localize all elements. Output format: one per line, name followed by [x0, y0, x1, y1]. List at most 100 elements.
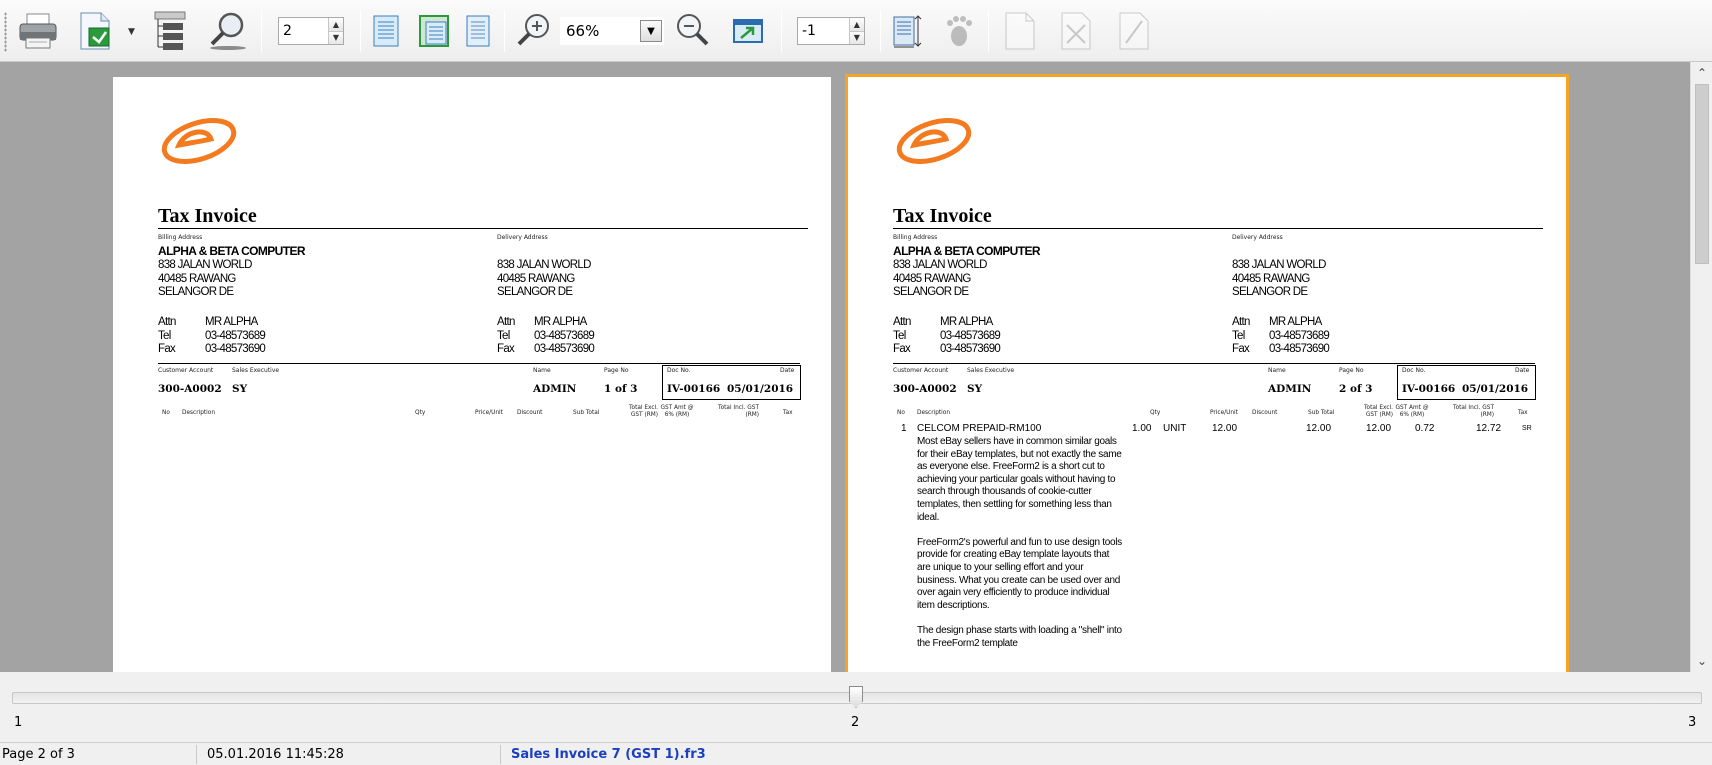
status-page: Page 2 of 3	[2, 747, 75, 762]
page-slider-thumb[interactable]	[849, 686, 863, 708]
100-percent-button[interactable]	[456, 8, 500, 54]
outline-tree-icon	[154, 11, 186, 50]
status-datetime: 05.01.2016 11:45:28	[207, 747, 344, 762]
status-divider	[500, 745, 501, 764]
name-label: Name	[1268, 367, 1286, 374]
zoom-in-icon	[517, 14, 549, 46]
zoom-value[interactable]: 66%	[560, 22, 640, 40]
export-dropdown-arrow-icon[interactable]: ▼	[128, 27, 135, 37]
customer-account: 300-A0002	[158, 383, 222, 395]
col-gst-amt: GST Amt @ 6% (RM)	[1395, 405, 1429, 418]
col-description: Description	[917, 410, 951, 416]
col-tax: Tax	[783, 410, 793, 416]
fullscreen-icon	[733, 19, 763, 43]
spin-up-icon[interactable]: ▲	[849, 18, 864, 31]
page-no-label: Page No	[604, 367, 629, 374]
export-document-icon	[80, 12, 110, 50]
col-discount: Discount	[1252, 410, 1278, 416]
offset-spinner[interactable]: ▲ ▼	[797, 17, 865, 45]
blank-page-icon	[1005, 12, 1035, 50]
col-discount: Discount	[517, 410, 543, 416]
item-detail-paragraph: Most eBay sellers have in common similar…	[917, 436, 1122, 523]
billing-address: 838 JALAN WORLD 40485 RAWANG SELANGOR DE	[158, 259, 252, 298]
footprint-icon	[947, 16, 972, 46]
status-filename: Sales Invoice 7 (GST 1).fr3	[511, 747, 706, 762]
toolbar-separator	[988, 10, 989, 52]
new-page-button[interactable]	[998, 8, 1042, 54]
vertical-scrollbar[interactable]: ⌃ ⌄	[1690, 62, 1712, 672]
actual-size-icon	[466, 15, 490, 47]
col-subtotal: Sub Total	[573, 410, 600, 416]
company-logo	[896, 118, 972, 164]
delivery-contact-values: MR ALPHA 03-48573689 03-48573690	[1269, 316, 1330, 355]
report-page-current[interactable]: Tax Invoice Billing Address Delivery Add…	[845, 74, 1569, 672]
page-no-value: 1 of 3	[604, 383, 638, 395]
scroll-up-icon[interactable]: ⌃	[1691, 64, 1712, 82]
billing-contact-labels: Attn Tel Fax	[158, 316, 176, 355]
sales-exec-label: Sales Executive	[232, 367, 280, 374]
item-description: CELCOM PREPAID-RM100	[917, 423, 1042, 434]
header-divider	[158, 363, 800, 364]
billing-contact-values: MR ALPHA 03-48573689 03-48573690	[205, 316, 266, 355]
whole-page-icon	[373, 15, 399, 47]
doc-no-value: IV-00166	[667, 383, 721, 395]
print-button[interactable]	[16, 8, 60, 54]
slider-mid-label: 2	[851, 715, 860, 730]
outline-button[interactable]	[148, 8, 192, 54]
col-qty: Qty	[415, 410, 426, 416]
sales-exec-label: Sales Executive	[967, 367, 1015, 374]
header-divider	[893, 363, 1535, 364]
delete-page-icon	[1061, 12, 1091, 50]
item-total-excl: 12.00	[1366, 423, 1392, 434]
billing-address: 838 JALAN WORLD 40485 RAWANG SELANGOR DE	[893, 259, 987, 298]
find-button[interactable]	[206, 8, 250, 54]
spin-down-icon[interactable]: ▼	[849, 30, 864, 44]
customer-account: 300-A0002	[893, 383, 957, 395]
page-number-input[interactable]	[279, 18, 328, 44]
toolbar-grip[interactable]	[4, 12, 7, 52]
offset-input[interactable]	[798, 18, 849, 44]
design-button[interactable]	[936, 8, 980, 54]
zoom-combobox[interactable]: 66% ▼	[560, 17, 664, 45]
item-details: Most eBay sellers have in common similar…	[917, 436, 1122, 663]
page-no-label: Page No	[1339, 367, 1364, 374]
delivery-address-label: Delivery Address	[1232, 234, 1283, 241]
page-width-button[interactable]	[412, 8, 456, 54]
export-button[interactable]	[74, 8, 118, 54]
page-number-spinner[interactable]: ▲ ▼	[278, 17, 344, 45]
title-divider	[158, 228, 808, 229]
printer-icon	[19, 13, 57, 49]
name-value: ADMIN	[533, 383, 577, 395]
name-value: ADMIN	[1268, 383, 1312, 395]
fullscreen-button[interactable]	[726, 8, 770, 54]
col-tax: Tax	[1518, 410, 1528, 416]
delivery-address: 838 JALAN WORLD 40485 RAWANG SELANGOR DE	[497, 259, 591, 298]
delete-page-button[interactable]	[1054, 8, 1098, 54]
page-title: Tax Invoice	[893, 205, 992, 227]
delivery-address: 838 JALAN WORLD 40485 RAWANG SELANGOR DE	[1232, 259, 1326, 298]
col-total-excl: Total Excl. GST (RM)	[628, 405, 658, 418]
doc-no-label: Doc No.	[667, 367, 691, 374]
col-total-incl: Total Incl. GST (RM)	[718, 405, 759, 418]
zoom-in-button[interactable]	[512, 8, 556, 54]
preview-area[interactable]: Tax Invoice Billing Address Delivery Add…	[0, 62, 1690, 672]
spin-up-icon[interactable]: ▲	[328, 18, 343, 31]
scroll-down-icon[interactable]: ⌄	[1691, 652, 1712, 670]
edit-page-icon	[1119, 12, 1149, 50]
page-setup-button[interactable]	[884, 8, 928, 54]
billing-address-label: Billing Address	[158, 234, 203, 241]
page-setup-icon	[893, 15, 922, 48]
chevron-down-icon[interactable]: ▼	[640, 20, 662, 42]
zoom-out-button[interactable]	[670, 8, 714, 54]
whole-page-button[interactable]	[364, 8, 408, 54]
page-width-icon	[419, 15, 449, 47]
scrollbar-thumb[interactable]	[1695, 84, 1709, 264]
page-no-value: 2 of 3	[1339, 383, 1373, 395]
toolbar: ▼ ▲ ▼	[0, 0, 1712, 62]
billing-company: ALPHA & BETA COMPUTER	[893, 244, 1041, 258]
item-tax-code: SR	[1522, 425, 1532, 432]
item-detail-paragraph: FreeForm2's powerful and fun to use desi…	[917, 536, 1122, 611]
edit-page-button[interactable]	[1112, 8, 1156, 54]
report-page[interactable]: Tax Invoice Billing Address Delivery Add…	[113, 77, 831, 672]
spin-down-icon[interactable]: ▼	[328, 30, 343, 44]
